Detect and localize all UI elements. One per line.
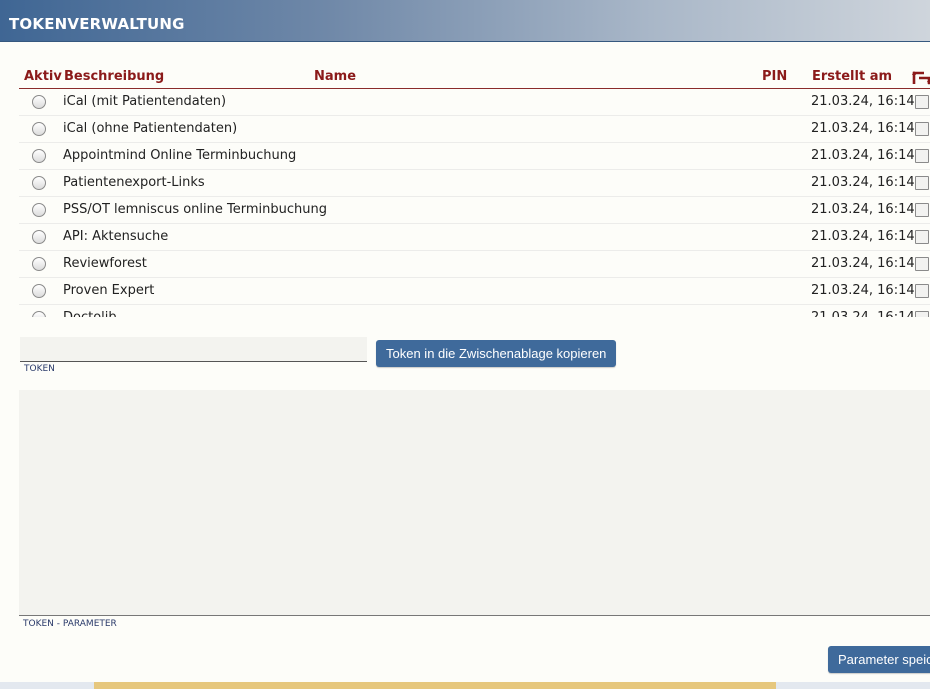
- row-erstellt: 21.03.24, 16:14: [811, 283, 915, 298]
- row-erstellt: 21.03.24, 16:14: [811, 256, 915, 271]
- row-erstellt: 21.03.24, 16:14: [811, 310, 915, 317]
- row-checkbox[interactable]: [915, 284, 929, 298]
- table-row[interactable]: PSS/OT lemniscus online Terminbuchung 21.…: [19, 197, 930, 224]
- row-beschreibung: iCal (ohne Patientendaten): [63, 121, 238, 136]
- row-checkbox[interactable]: [915, 257, 929, 271]
- column-header-name[interactable]: Name: [314, 69, 356, 84]
- row-beschreibung: Patientenexport-Links: [63, 175, 205, 190]
- row-beschreibung: Reviewforest: [63, 256, 147, 271]
- row-checkbox[interactable]: [915, 176, 929, 190]
- active-radio[interactable]: [32, 176, 46, 190]
- row-erstellt: 21.03.24, 16:14: [811, 229, 915, 244]
- active-radio[interactable]: [32, 257, 46, 271]
- refresh-icon[interactable]: [912, 67, 930, 89]
- token-parameter-label: TOKEN - PARAMETER: [23, 619, 117, 629]
- row-beschreibung: iCal (mit Patientendaten): [63, 94, 227, 109]
- column-header-aktiv[interactable]: Aktiv: [24, 69, 62, 84]
- row-checkbox[interactable]: [915, 149, 929, 163]
- active-radio[interactable]: [32, 122, 46, 136]
- token-table-body[interactable]: iCal (mit Patientendaten) 21.03.24, 16:14…: [19, 89, 930, 317]
- column-header-erstellt[interactable]: Erstellt am: [812, 69, 892, 84]
- token-field[interactable]: [20, 337, 367, 362]
- table-header: Aktiv Beschreibung Name PIN Erstellt am: [19, 67, 930, 89]
- row-erstellt: 21.03.24, 16:14: [811, 94, 915, 109]
- active-radio[interactable]: [32, 149, 46, 163]
- row-beschreibung: Appointmind Online Terminbuchung: [63, 148, 297, 163]
- token-parameter-field[interactable]: [19, 390, 930, 616]
- title-bar: TOKENVERWALTUNG: [0, 0, 930, 42]
- row-erstellt: 21.03.24, 16:14: [811, 148, 915, 163]
- save-parameter-button[interactable]: Parameter speichern: [828, 646, 930, 673]
- table-row[interactable]: Patientenexport-Links 21.03.24, 16:14: [19, 170, 930, 197]
- footer-progress-bar: [94, 682, 776, 689]
- active-radio[interactable]: [32, 95, 46, 109]
- table-row[interactable]: Proven Expert 21.03.24, 16:14: [19, 278, 930, 305]
- row-checkbox[interactable]: [915, 311, 929, 317]
- token-field-label: TOKEN: [24, 364, 55, 374]
- row-checkbox[interactable]: [915, 122, 929, 136]
- footer-bar-left: [0, 682, 94, 689]
- row-checkbox[interactable]: [915, 230, 929, 244]
- table-row[interactable]: API: Aktensuche 21.03.24, 16:14: [19, 224, 930, 251]
- table-row[interactable]: Reviewforest 21.03.24, 16:14: [19, 251, 930, 278]
- table-row[interactable]: iCal (ohne Patientendaten) 21.03.24, 16:1…: [19, 116, 930, 143]
- table-row[interactable]: iCal (mit Patientendaten) 21.03.24, 16:14: [19, 89, 930, 116]
- copy-token-button[interactable]: Token in die Zwischenablage kopieren: [376, 340, 617, 367]
- row-beschreibung: Proven Expert: [63, 283, 155, 298]
- window-title: TOKENVERWALTUNG: [9, 15, 185, 33]
- row-erstellt: 21.03.24, 16:14: [811, 175, 915, 190]
- active-radio[interactable]: [32, 311, 46, 317]
- column-header-beschreibung[interactable]: Beschreibung: [64, 69, 164, 84]
- active-radio[interactable]: [32, 203, 46, 217]
- row-erstellt: 21.03.24, 16:14: [811, 202, 915, 217]
- active-radio[interactable]: [32, 284, 46, 298]
- row-beschreibung: PSS/OT lemniscus online Terminbuchung: [63, 202, 327, 217]
- row-checkbox[interactable]: [915, 95, 929, 109]
- column-header-pin[interactable]: PIN: [762, 69, 787, 84]
- active-radio[interactable]: [32, 230, 46, 244]
- footer-bar-right: [776, 682, 930, 689]
- row-beschreibung: Doctolib: [63, 310, 117, 317]
- row-checkbox[interactable]: [915, 203, 929, 217]
- row-beschreibung: API: Aktensuche: [63, 229, 169, 244]
- table-row[interactable]: Appointmind Online Terminbuchung 21.03.24…: [19, 143, 930, 170]
- row-erstellt: 21.03.24, 16:14: [811, 121, 915, 136]
- table-row[interactable]: Doctolib 21.03.24, 16:14: [19, 305, 930, 317]
